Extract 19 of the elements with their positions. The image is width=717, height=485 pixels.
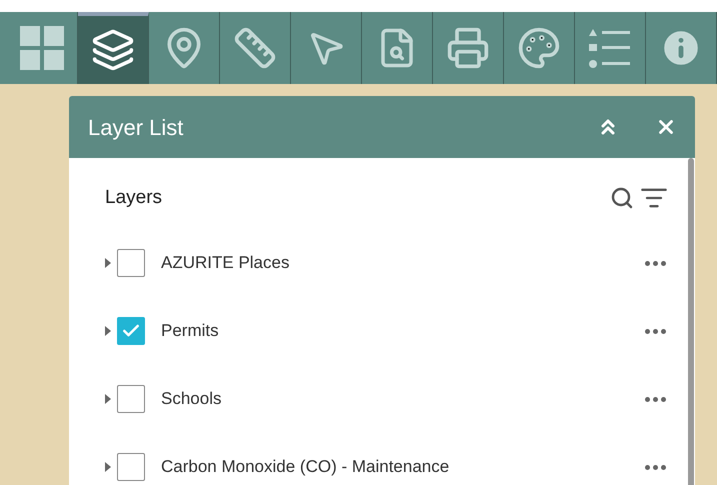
ruler-icon [233,26,277,70]
layer-checkbox[interactable] [117,453,145,481]
panel-title: Layer List [88,114,184,142]
layer-checkbox[interactable] [117,385,145,413]
layer-checkbox[interactable] [117,317,145,345]
search-button[interactable] [610,186,634,210]
layer-checkbox[interactable] [117,249,145,277]
section-label: Layers [105,186,164,210]
layers-icon [91,28,135,72]
scrollbar[interactable] [688,158,694,485]
layer-name: Schools [161,388,222,410]
layer-name: Permits [161,320,220,342]
toolbar-button[interactable] [78,12,149,84]
grid-icon [20,26,64,70]
layer-name: AZURITE Places [161,252,290,274]
search-icon [610,186,634,210]
layer-name: Carbon Monoxide (CO) - Maintenance [161,456,450,478]
palette-icon [517,26,561,70]
printer-icon [446,26,490,70]
